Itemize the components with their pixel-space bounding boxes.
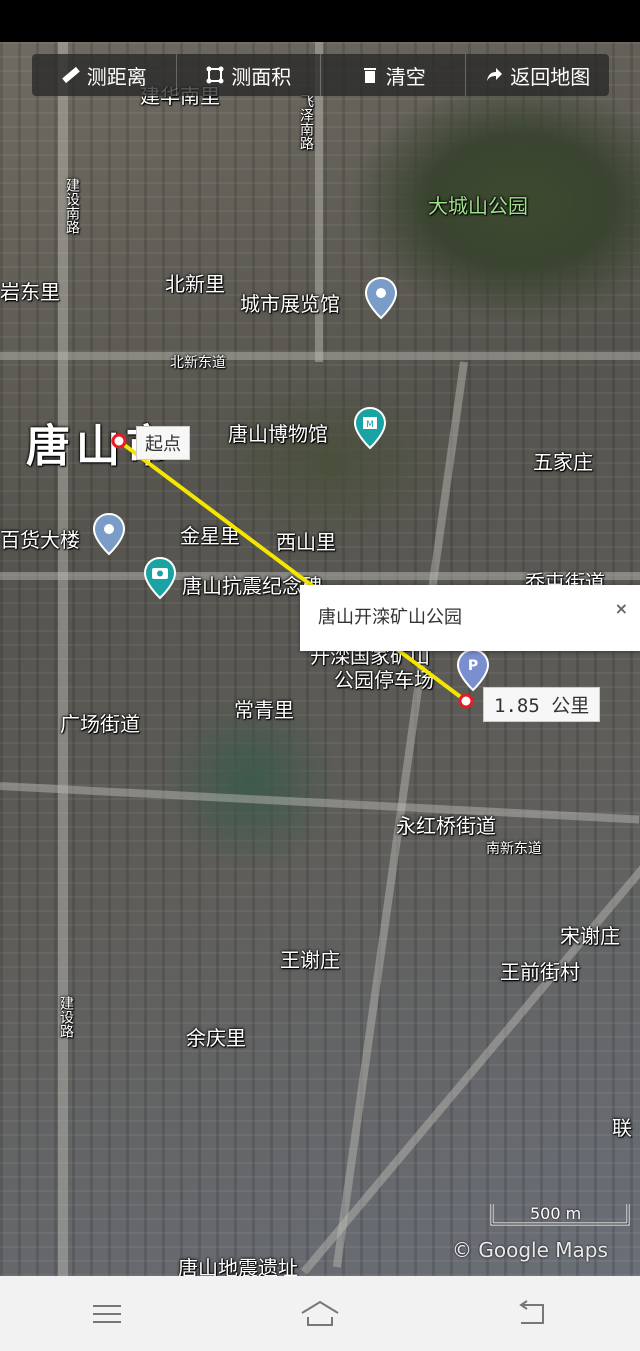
clear-label: 清空 bbox=[385, 64, 426, 89]
start-point-marker bbox=[111, 433, 127, 449]
satellite-map[interactable]: 建华南里 飞泽南路 建设南路 大城山公园 岩东里 北新里 城市展览馆 北新东道 … bbox=[0, 42, 640, 1276]
place-info-popup[interactable]: 唐山开滦矿山公园 × bbox=[300, 585, 640, 651]
share-arrow-icon bbox=[487, 68, 503, 81]
scale-label: 500 m bbox=[530, 1204, 582, 1223]
copyright-label: © Google Maps bbox=[452, 1238, 608, 1262]
measure-distance-label: 测距离 bbox=[86, 64, 147, 89]
measure-toolbar: 测距离 测面积 清空 返回地图 bbox=[32, 54, 609, 96]
back-icon[interactable] bbox=[513, 1299, 553, 1329]
start-point-label: 起点 bbox=[136, 426, 190, 460]
status-bar bbox=[0, 0, 640, 42]
back-to-map-button[interactable]: 返回地图 bbox=[466, 54, 610, 96]
measure-area-button[interactable]: 测面积 bbox=[177, 54, 321, 96]
popup-title: 唐山开滦矿山公园 bbox=[318, 607, 462, 628]
distance-label: 1.85 公里 bbox=[483, 687, 601, 722]
measure-distance-button[interactable]: 测距离 bbox=[32, 54, 177, 96]
back-to-map-label: 返回地图 bbox=[510, 64, 591, 89]
scale-bar: 500 m bbox=[490, 1200, 630, 1228]
close-icon[interactable]: × bbox=[615, 599, 628, 618]
end-point-marker bbox=[458, 693, 474, 709]
home-icon[interactable] bbox=[300, 1299, 340, 1329]
measure-path bbox=[111, 433, 474, 709]
polygon-icon bbox=[206, 66, 224, 84]
ruler-icon bbox=[61, 66, 80, 84]
clear-button[interactable]: 清空 bbox=[321, 54, 466, 96]
menu-icon[interactable] bbox=[87, 1299, 127, 1329]
trash-icon bbox=[363, 68, 376, 83]
system-nav-bar bbox=[0, 1276, 640, 1351]
measure-area-label: 测面积 bbox=[231, 64, 292, 89]
